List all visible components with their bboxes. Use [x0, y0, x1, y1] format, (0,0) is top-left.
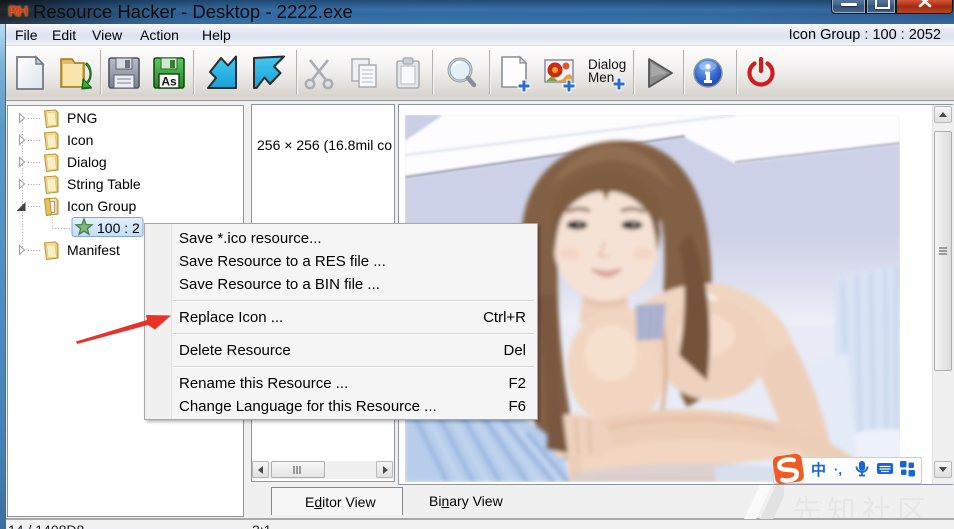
svg-text:Men: Men: [588, 70, 614, 85]
svg-text:As: As: [161, 75, 177, 89]
svg-text:中: 中: [811, 461, 826, 479]
svg-text:·,: ·,: [834, 462, 842, 477]
